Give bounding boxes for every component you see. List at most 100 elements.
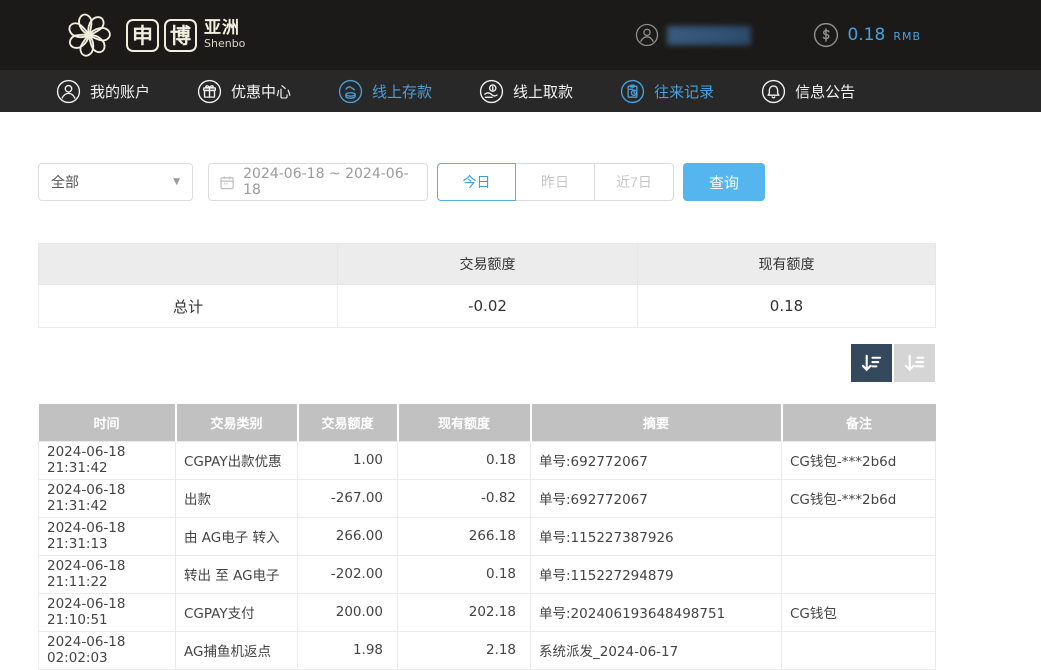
table-row: 2024-06-18 21:31:42出款-267.00-0.82单号:6927… — [39, 479, 936, 517]
records-column-header: 摘要 — [531, 404, 782, 441]
cell-summary: 单号:692772067 — [531, 479, 782, 517]
user-account[interactable] — [635, 23, 751, 47]
nav: 我的账户 优惠中心 线上存款 线上取款 往来记录 信息公告 — [0, 70, 1041, 112]
cell-type: 由 AG电子 转入 — [176, 517, 298, 555]
table-row: 2024-06-18 21:31:13由 AG电子 转入266.00266.18… — [39, 517, 936, 555]
balance-amount: 0.18 — [847, 25, 885, 45]
cell-time: 2024-06-18 02:02:03 — [39, 631, 176, 669]
cell-balance: 202.18 — [398, 593, 531, 631]
summary-balance-total: 0.18 — [638, 285, 936, 328]
nav-item-my-account[interactable]: 我的账户 — [56, 79, 150, 104]
records-body: 2024-06-18 21:31:42CGPAY出款优惠1.000.18单号:6… — [39, 441, 936, 669]
nav-item-promo-center[interactable]: 优惠中心 — [197, 79, 291, 104]
sort-amount-asc-icon — [903, 352, 926, 375]
cell-balance: 0.18 — [398, 555, 531, 593]
cell-summary: 单号:115227387926 — [531, 517, 782, 555]
summary-trade-total: -0.02 — [338, 285, 638, 328]
cell-balance: -0.82 — [398, 479, 531, 517]
quick-date-buttons: 今日昨日近7日 — [437, 163, 674, 201]
cell-remark: CG钱包-***2b6d — [782, 441, 936, 479]
cell-trade-amount: 1.98 — [298, 631, 398, 669]
top-bar: 申 博 亚洲 Shenbo 0.18 RMB — [0, 0, 1041, 70]
summary-header-trade: 交易额度 — [338, 244, 638, 285]
logo-char-shen: 申 — [126, 19, 159, 52]
nav-item-announcements[interactable]: 信息公告 — [761, 79, 855, 104]
cell-balance: 266.18 — [398, 517, 531, 555]
user-icon — [635, 23, 659, 47]
cell-type: AG捕鱼机返点 — [176, 631, 298, 669]
summary-table: 交易额度 现有额度 总计 -0.02 0.18 — [38, 243, 936, 328]
cell-time: 2024-06-18 21:11:22 — [39, 555, 176, 593]
records-column-header: 交易类别 — [176, 404, 298, 441]
cell-time: 2024-06-18 21:10:51 — [39, 593, 176, 631]
table-row: 2024-06-18 21:10:51CGPAY支付200.00202.18单号… — [39, 593, 936, 631]
cell-summary: 系统派发_2024-06-17 — [531, 631, 782, 669]
records-column-header: 现有额度 — [398, 404, 531, 441]
logo-subtitle: Shenbo — [204, 38, 245, 50]
balance: 0.18 RMB — [813, 22, 921, 48]
records-column-header: 备注 — [782, 404, 936, 441]
filter-bar: 全部 ▼ 2024-06-18 ~ 2024-06-18 今日昨日近7日 查询 — [38, 163, 935, 201]
cell-time: 2024-06-18 21:31:13 — [39, 517, 176, 555]
gift-icon — [197, 79, 222, 104]
nav-item-label: 我的账户 — [90, 81, 150, 102]
date-range-value: 2024-06-18 ~ 2024-06-18 — [243, 166, 417, 198]
quick-button-last7days[interactable]: 近7日 — [595, 163, 674, 201]
cell-trade-amount: 200.00 — [298, 593, 398, 631]
table-row: 2024-06-18 21:11:22转出 至 AG电子-202.000.18单… — [39, 555, 936, 593]
logo-char-bo: 博 — [164, 19, 197, 52]
date-range-input[interactable]: 2024-06-18 ~ 2024-06-18 — [208, 163, 428, 201]
nav-item-label: 往来记录 — [654, 81, 714, 102]
cell-remark — [782, 517, 936, 555]
quick-button-today[interactable]: 今日 — [437, 163, 516, 201]
records-table: 时间交易类别交易额度现有额度摘要备注 2024-06-18 21:31:42CG… — [38, 404, 936, 670]
main-content: 全部 ▼ 2024-06-18 ~ 2024-06-18 今日昨日近7日 查询 … — [0, 163, 935, 670]
cell-trade-amount: 266.00 — [298, 517, 398, 555]
sort-asc-button[interactable] — [894, 344, 935, 382]
cell-remark — [782, 631, 936, 669]
bell-icon — [761, 79, 786, 104]
logo-region: 亚洲 — [204, 20, 245, 38]
sort-amount-desc-icon — [860, 352, 883, 375]
calendar-icon — [219, 174, 235, 191]
dollar-coin-icon — [813, 22, 839, 48]
cell-trade-amount: -202.00 — [298, 555, 398, 593]
sort-controls — [38, 344, 935, 382]
chevron-down-icon: ▼ — [173, 177, 180, 187]
nav-item-label: 信息公告 — [795, 81, 855, 102]
summary-header-empty — [39, 244, 338, 285]
cell-type: 转出 至 AG电子 — [176, 555, 298, 593]
type-select[interactable]: 全部 ▼ — [38, 163, 193, 201]
nav-item-transaction-records[interactable]: 往来记录 — [620, 79, 714, 104]
cell-time: 2024-06-18 21:31:42 — [39, 441, 176, 479]
nav-item-online-deposit[interactable]: 线上存款 — [338, 79, 432, 104]
logo[interactable]: 申 博 亚洲 Shenbo — [60, 6, 245, 64]
cell-remark: CG钱包-***2b6d — [782, 479, 936, 517]
records-header-row: 时间交易类别交易额度现有额度摘要备注 — [39, 404, 936, 441]
table-row: 2024-06-18 02:02:03AG捕鱼机返点1.982.18系统派发_2… — [39, 631, 936, 669]
type-select-value: 全部 — [51, 172, 79, 192]
cell-remark: CG钱包 — [782, 593, 936, 631]
nav-item-online-withdraw[interactable]: 线上取款 — [479, 79, 573, 104]
summary-header-row: 交易额度 现有额度 — [39, 244, 936, 285]
cell-type: CGPAY出款优惠 — [176, 441, 298, 479]
cell-summary: 单号:692772067 — [531, 441, 782, 479]
query-button[interactable]: 查询 — [683, 163, 765, 201]
sort-desc-button[interactable] — [851, 344, 892, 382]
cell-trade-amount: 1.00 — [298, 441, 398, 479]
username-redacted — [667, 26, 751, 45]
cell-time: 2024-06-18 21:31:42 — [39, 479, 176, 517]
quick-button-yesterday[interactable]: 昨日 — [516, 163, 595, 201]
user-icon — [56, 79, 81, 104]
records-column-header: 时间 — [39, 404, 176, 441]
cell-balance: 0.18 — [398, 441, 531, 479]
balance-currency: RMB — [893, 30, 921, 43]
cell-summary: 单号:202406193648498751 — [531, 593, 782, 631]
nav-item-label: 优惠中心 — [231, 81, 291, 102]
deposit-icon — [338, 79, 363, 104]
table-row: 2024-06-18 21:31:42CGPAY出款优惠1.000.18单号:6… — [39, 441, 936, 479]
cell-type: CGPAY支付 — [176, 593, 298, 631]
records-column-header: 交易额度 — [298, 404, 398, 441]
cell-type: 出款 — [176, 479, 298, 517]
summary-total-label: 总计 — [39, 285, 338, 328]
